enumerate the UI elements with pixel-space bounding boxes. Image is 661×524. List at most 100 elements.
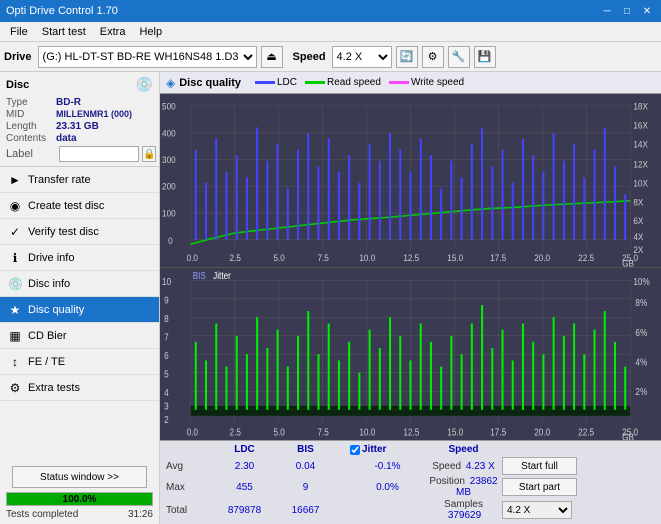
max-label: Max (166, 482, 211, 493)
status-text: Tests completed (6, 509, 78, 520)
chart-title: Disc quality (179, 77, 241, 89)
svg-text:6: 6 (164, 350, 169, 361)
sidebar-item-drive-info[interactable]: ℹ Drive info (0, 245, 159, 271)
stats-total-row: Total 879878 16667 Samples 379629 4.2 X (166, 499, 655, 521)
svg-text:5.0: 5.0 (273, 253, 285, 263)
fe-te-icon: ↕ (8, 355, 22, 369)
svg-text:2.5: 2.5 (230, 426, 241, 437)
svg-text:8: 8 (164, 313, 169, 324)
start-full-button[interactable]: Start full (502, 457, 577, 475)
extra-tests-label: Extra tests (28, 382, 80, 394)
fe-te-label: FE / TE (28, 356, 65, 368)
svg-text:2%: 2% (635, 386, 647, 397)
minimize-button[interactable]: ─ (599, 4, 615, 18)
drive-info-label: Drive info (28, 252, 74, 264)
label-key: Label (6, 148, 56, 160)
status-window-button[interactable]: Status window >> (12, 466, 147, 488)
sidebar-item-verify-test-disc[interactable]: ✓ Verify test disc (0, 219, 159, 245)
status-area: Status window >> 100.0% Tests completed … (0, 458, 159, 524)
save-button[interactable]: 💾 (474, 46, 496, 68)
svg-text:4: 4 (164, 387, 169, 398)
position-label: Position (429, 476, 465, 487)
eject-button[interactable]: ⏏ (261, 46, 283, 68)
menu-extra[interactable]: Extra (94, 24, 132, 40)
svg-text:12.5: 12.5 (403, 426, 419, 437)
menu-help[interactable]: Help (133, 24, 168, 40)
svg-text:4X: 4X (633, 231, 643, 241)
sidebar-item-cd-bier[interactable]: ▦ CD Bier (0, 323, 159, 349)
speed-select[interactable]: 4.2 X 8X 12X (332, 46, 392, 68)
svg-text:14X: 14X (633, 139, 648, 149)
disc-length-row: Length 23.31 GB (6, 121, 153, 132)
refresh-button[interactable]: 🔄 (396, 46, 418, 68)
stats-max-row: Max 455 9 0.0% Position 23862 MB Start p… (166, 476, 655, 498)
total-label: Total (166, 505, 211, 516)
sidebar-item-fe-te[interactable]: ↕ FE / TE (0, 349, 159, 375)
speed-stat-select[interactable]: 4.2 X (502, 501, 572, 519)
label-set-button[interactable]: 🔒 (142, 146, 156, 162)
label-input[interactable] (59, 146, 139, 162)
disc-contents-row: Contents data (6, 133, 153, 144)
svg-text:10.0: 10.0 (359, 253, 375, 263)
stats-bis-header: BIS (278, 444, 333, 455)
disc-label-row: Label 🔒 (6, 146, 153, 162)
cd-bier-icon: ▦ (8, 329, 22, 343)
total-ldc: 879878 (212, 505, 277, 516)
disc-info-label: Disc info (28, 278, 70, 290)
maximize-button[interactable]: □ (619, 4, 635, 18)
svg-text:BIS: BIS (193, 270, 206, 281)
svg-text:6X: 6X (633, 216, 643, 226)
toolbar: Drive (G:) HL-DT-ST BD-RE WH16NS48 1.D3 … (0, 42, 661, 72)
main-layout: Disc 💿 Type BD-R MID MILLENMR1 (000) Len… (0, 72, 661, 524)
disc-info-icon: 💿 (8, 277, 22, 291)
app-title: Opti Drive Control 1.70 (6, 5, 118, 17)
menu-file[interactable]: File (4, 24, 34, 40)
top-chart-svg: 500 400 300 200 100 0 18X 16X 14X 12X 10… (160, 94, 661, 267)
svg-text:GB: GB (622, 258, 634, 266)
mid-value: MILLENMR1 (000) (56, 109, 132, 120)
svg-text:20.0: 20.0 (534, 426, 550, 437)
verify-test-icon: ✓ (8, 225, 22, 239)
menu-start-test[interactable]: Start test (36, 24, 92, 40)
drive-label: Drive (4, 51, 32, 63)
sidebar-item-extra-tests[interactable]: ⚙ Extra tests (0, 375, 159, 401)
create-test-icon: ◉ (8, 199, 22, 213)
mid-key: MID (6, 109, 56, 120)
disc-quality-icon: ★ (8, 303, 22, 317)
svg-text:Jitter: Jitter (213, 270, 231, 281)
speed-stat-header: Speed (426, 444, 501, 455)
sidebar-item-disc-info[interactable]: 💿 Disc info (0, 271, 159, 297)
svg-text:0.0: 0.0 (187, 253, 199, 263)
disc-panel-title: Disc (6, 79, 29, 91)
avg-ldc: 2.30 (212, 461, 277, 472)
disc-panel: Disc 💿 Type BD-R MID MILLENMR1 (000) Len… (0, 72, 159, 167)
legend-write-speed-label: Write speed (411, 77, 464, 88)
svg-text:22.5: 22.5 (578, 426, 594, 437)
svg-text:8X: 8X (633, 197, 643, 207)
avg-jitter: -0.1% (350, 461, 425, 472)
sidebar-item-create-test-disc[interactable]: ◉ Create test disc (0, 193, 159, 219)
svg-text:5: 5 (164, 368, 169, 379)
stats-panel: LDC BIS Jitter Speed Avg 2.30 0.04 -0.1% (160, 440, 661, 524)
jitter-checkbox[interactable] (350, 445, 360, 455)
start-part-button[interactable]: Start part (502, 478, 577, 496)
svg-text:3: 3 (164, 400, 169, 411)
settings-button1[interactable]: ⚙ (422, 46, 444, 68)
svg-text:17.5: 17.5 (490, 253, 506, 263)
jitter-header: Jitter (362, 444, 386, 455)
drive-select[interactable]: (G:) HL-DT-ST BD-RE WH16NS48 1.D3 (38, 46, 257, 68)
contents-value: data (56, 133, 77, 144)
legend-ldc-label: LDC (277, 77, 297, 88)
sidebar-item-disc-quality[interactable]: ★ Disc quality (0, 297, 159, 323)
sidebar-item-transfer-rate[interactable]: ► Transfer rate (0, 167, 159, 193)
settings-button2[interactable]: 🔧 (448, 46, 470, 68)
speed-val: 4.23 X (466, 461, 495, 472)
close-button[interactable]: ✕ (639, 4, 655, 18)
contents-key: Contents (6, 133, 56, 144)
top-chart: 500 400 300 200 100 0 18X 16X 14X 12X 10… (160, 94, 661, 268)
svg-text:300: 300 (162, 155, 176, 165)
avg-label: Avg (166, 461, 211, 472)
legend-read-speed-label: Read speed (327, 77, 381, 88)
status-time: 31:26 (128, 509, 153, 520)
length-key: Length (6, 121, 56, 132)
